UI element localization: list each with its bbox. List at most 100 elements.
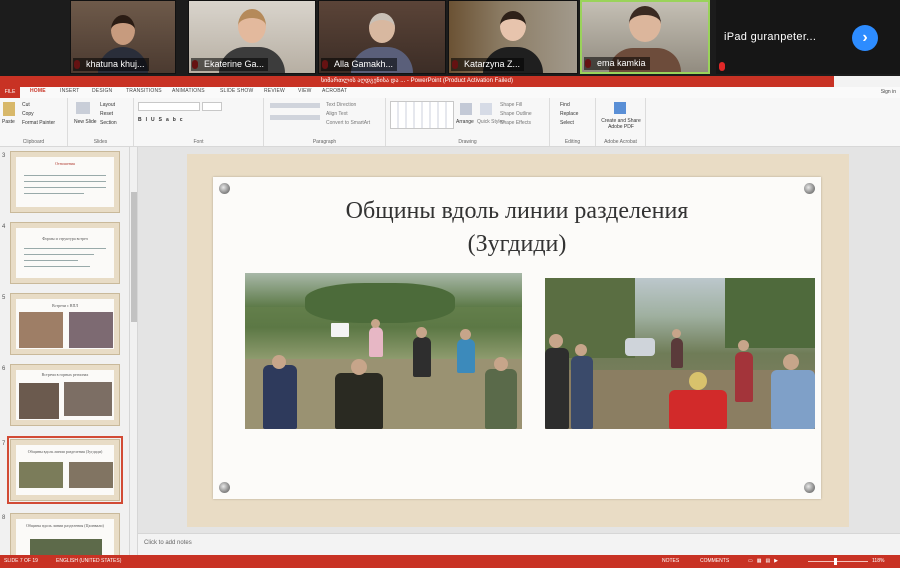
tab-animations[interactable]: ANIMATIONS [172, 88, 205, 94]
slide-thumbnail-7-selected[interactable]: Общины вдоль линии разделения (Зугдиди) [7, 436, 123, 504]
photo-community-meeting-2[interactable] [545, 278, 815, 429]
clipboard-group: Paste Cut Copy Format Painter Clipboard [0, 98, 68, 146]
photo-community-meeting-1[interactable] [245, 273, 522, 429]
next-page-arrow-icon[interactable]: › [852, 25, 878, 51]
list-buttons[interactable] [270, 103, 320, 108]
reset-button[interactable]: Reset [100, 111, 113, 117]
tab-transitions[interactable]: TRANSITIONS [126, 88, 162, 94]
zoom-slider-handle[interactable] [834, 558, 837, 565]
slide-title-line-2: (Зугдиди) [467, 231, 567, 257]
slide-title[interactable]: Общины вдоль линии разделения (Зугдиди) [213, 195, 821, 261]
create-share-pdf-button[interactable]: Create and Share Adobe PDF [598, 118, 644, 130]
group-label: Editing [564, 139, 581, 145]
shapes-gallery[interactable] [390, 101, 454, 129]
text-direction-button[interactable]: Text Direction [326, 102, 356, 108]
tab-review[interactable]: REVIEW [264, 88, 285, 94]
font-format-buttons[interactable]: BIUSabc [138, 117, 187, 123]
comments-button[interactable]: COMMENTS [700, 558, 729, 564]
zoom-level[interactable]: 118% [872, 558, 884, 564]
slide-thumbnail-4[interactable]: Формы и структура встреч [10, 222, 120, 284]
paragraph-group: Text Direction Align Text Convert to Sma… [264, 98, 386, 146]
notes-placeholder: Click to add notes [144, 540, 192, 546]
group-label: Paragraph [312, 139, 337, 145]
participant-name: ema kamkia [584, 57, 650, 70]
format-painter-button[interactable]: Format Painter [22, 120, 55, 126]
tab-insert[interactable]: INSERT [60, 88, 79, 94]
video-tile-2[interactable]: Ekaterine Ga... [188, 0, 316, 74]
window-controls[interactable] [834, 76, 900, 87]
slide-thumbnail-8[interactable]: Общины вдоль линии разделения (Цхинвали) [10, 513, 120, 555]
pin-decoration [219, 183, 230, 194]
pin-decoration [219, 482, 230, 493]
convert-smartart-button[interactable]: Convert to SmartArt [326, 120, 370, 126]
slide-number: 8 [2, 515, 6, 521]
zoom-slider[interactable] [808, 561, 868, 562]
slide-title-line-1: Общины вдоль линии разделения [345, 198, 689, 224]
layout-button[interactable]: Layout [100, 102, 115, 108]
scrollbar-thumb[interactable] [131, 192, 137, 322]
arrange-button[interactable]: Arrange [456, 119, 474, 125]
slide-thumbnail-3[interactable]: Отношения [10, 151, 120, 213]
window-title: სიმართლის აღდგენისა და ... - PowerPoint … [0, 76, 834, 87]
section-button[interactable]: Section [100, 120, 117, 126]
video-tile-5-active-speaker[interactable]: ema kamkia [580, 0, 710, 74]
tab-view[interactable]: VIEW [298, 88, 312, 94]
new-slide-icon[interactable] [76, 102, 90, 114]
ribbon-tabs: HOME INSERT DESIGN TRANSITIONS ANIMATION… [0, 87, 900, 98]
slide-number: 3 [2, 153, 6, 159]
group-label: Clipboard [22, 139, 45, 145]
font-size-dropdown[interactable] [202, 102, 222, 111]
video-tile-4[interactable]: Katarzyna Z... [448, 0, 578, 74]
tab-design[interactable]: DESIGN [92, 88, 112, 94]
slides-group: New Slide Layout Reset Section Slides [68, 98, 134, 146]
shape-fill-button[interactable]: Shape Fill [500, 102, 522, 108]
ribbon: Paste Cut Copy Format Painter Clipboard … [0, 98, 900, 147]
arrange-icon[interactable] [460, 103, 472, 115]
find-button[interactable]: Find [560, 102, 570, 108]
slide-thumbnail-6[interactable]: Встречи в горных регионах [10, 364, 120, 426]
participant-name: iPad guranpeter... [724, 31, 817, 43]
video-tile-3[interactable]: Alla Gamakh... [318, 0, 446, 74]
slide-number: 6 [2, 366, 6, 372]
paste-icon[interactable] [3, 102, 15, 116]
shape-effects-button[interactable]: Shape Effects [500, 120, 531, 126]
slide-number: 4 [2, 224, 6, 230]
replace-button[interactable]: Replace [560, 111, 578, 117]
new-slide-button[interactable]: New Slide [74, 119, 97, 125]
pdf-icon[interactable] [614, 102, 626, 114]
sign-in-link[interactable]: Sign in [881, 89, 896, 95]
pin-decoration [804, 183, 815, 194]
tab-acrobat[interactable]: ACROBAT [322, 88, 347, 94]
notes-button[interactable]: NOTES [662, 558, 679, 564]
language-indicator[interactable]: ENGLISH (UNITED STATES) [56, 558, 121, 564]
paste-button[interactable]: Paste [2, 119, 15, 125]
font-group: BIUSabc Font [134, 98, 264, 146]
tab-slide-show[interactable]: SLIDE SHOW [220, 88, 253, 94]
screen: khatuna khuj... Ekaterine Ga... Alla Gam… [0, 0, 900, 568]
font-name-dropdown[interactable] [138, 102, 200, 111]
align-buttons[interactable] [270, 115, 320, 120]
shape-outline-button[interactable]: Shape Outline [500, 111, 532, 117]
current-slide[interactable]: Общины вдоль линии разделения (Зугдиди) [187, 154, 849, 527]
pin-decoration [804, 482, 815, 493]
zoom-video-strip: khatuna khuj... Ekaterine Ga... Alla Gam… [0, 0, 900, 76]
tab-file[interactable]: FILE [0, 87, 20, 98]
view-buttons[interactable]: ▭▦▤▶ [748, 558, 782, 564]
muted-mic-icon [719, 62, 725, 71]
slide-thumbnail-5[interactable]: Встречи с ВПЛ [10, 293, 120, 355]
participant-name: Ekaterine Ga... [191, 58, 269, 71]
group-label: Font [193, 139, 204, 145]
tab-home[interactable]: HOME [30, 88, 46, 94]
adobe-acrobat-group: Create and Share Adobe PDF Adobe Acrobat [596, 98, 646, 146]
video-tile-1[interactable]: khatuna khuj... [70, 0, 176, 74]
group-label: Slides [93, 139, 108, 145]
quick-styles-icon[interactable] [480, 103, 492, 115]
notes-pane[interactable]: Click to add notes [138, 533, 900, 555]
participant-name: Katarzyna Z... [451, 58, 525, 71]
slide-content: Общины вдоль линии разделения (Зугдиди) [213, 177, 821, 499]
select-button[interactable]: Select [560, 120, 574, 126]
editing-group: Find Replace Select Editing [550, 98, 596, 146]
align-text-button[interactable]: Align Text [326, 111, 348, 117]
copy-button[interactable]: Copy [22, 111, 34, 117]
cut-button[interactable]: Cut [22, 102, 30, 108]
